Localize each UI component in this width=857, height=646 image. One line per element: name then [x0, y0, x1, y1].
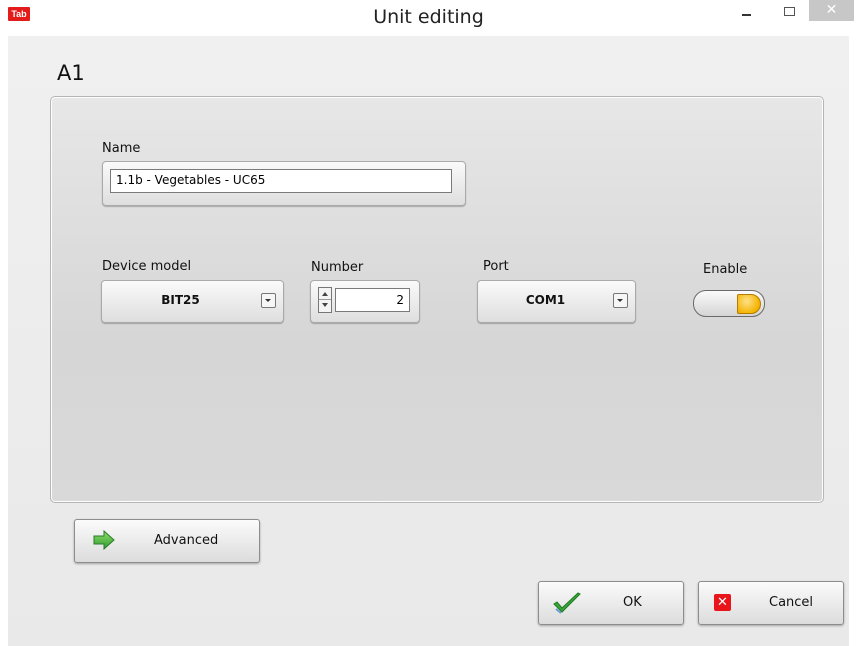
arrow-right-icon [93, 530, 115, 550]
dialog-body: A1 Name 1.1b - Vegetables - UC65 Device … [8, 36, 849, 646]
maximize-icon[interactable] [776, 0, 802, 24]
port-label: Port [483, 259, 509, 274]
port-value: COM1 [525, 293, 566, 307]
unit-label: A1 [57, 61, 85, 85]
close-icon: ✕ [825, 1, 838, 17]
name-field-frame: 1.1b - Vegetables - UC65 [102, 161, 466, 206]
ok-label: OK [623, 595, 642, 610]
stepper-icon[interactable] [318, 287, 332, 313]
title-bar: Tab Unit editing ✕ [0, 0, 857, 36]
number-input[interactable]: 2 [335, 288, 410, 312]
cancel-button[interactable]: ✕ Cancel [698, 581, 844, 625]
close-button[interactable]: ✕ [809, 0, 854, 21]
device-model-select[interactable]: BIT25 [101, 280, 284, 323]
name-label: Name [102, 141, 141, 156]
settings-panel: Name 1.1b - Vegetables - UC65 Device mod… [50, 96, 824, 503]
check-icon [553, 592, 581, 614]
enable-label: Enable [703, 262, 748, 277]
chevron-down-icon[interactable] [261, 293, 276, 308]
name-input[interactable]: 1.1b - Vegetables - UC65 [110, 169, 452, 193]
cancel-label: Cancel [769, 595, 814, 610]
device-model-value: BIT25 [161, 293, 200, 307]
chevron-down-icon[interactable] [613, 293, 628, 308]
window-title: Unit editing [373, 6, 484, 28]
ok-button[interactable]: OK [538, 581, 684, 625]
port-select[interactable]: COM1 [477, 280, 636, 323]
minimize-icon[interactable] [733, 0, 759, 24]
enable-toggle[interactable] [693, 290, 765, 317]
advanced-button[interactable]: Advanced [74, 519, 260, 563]
number-label: Number [311, 260, 364, 275]
advanced-label: Advanced [154, 533, 219, 548]
number-field-frame: 2 [310, 280, 420, 323]
device-model-label: Device model [102, 259, 192, 274]
toggle-knob [737, 294, 761, 314]
cancel-x-icon: ✕ [714, 594, 731, 611]
